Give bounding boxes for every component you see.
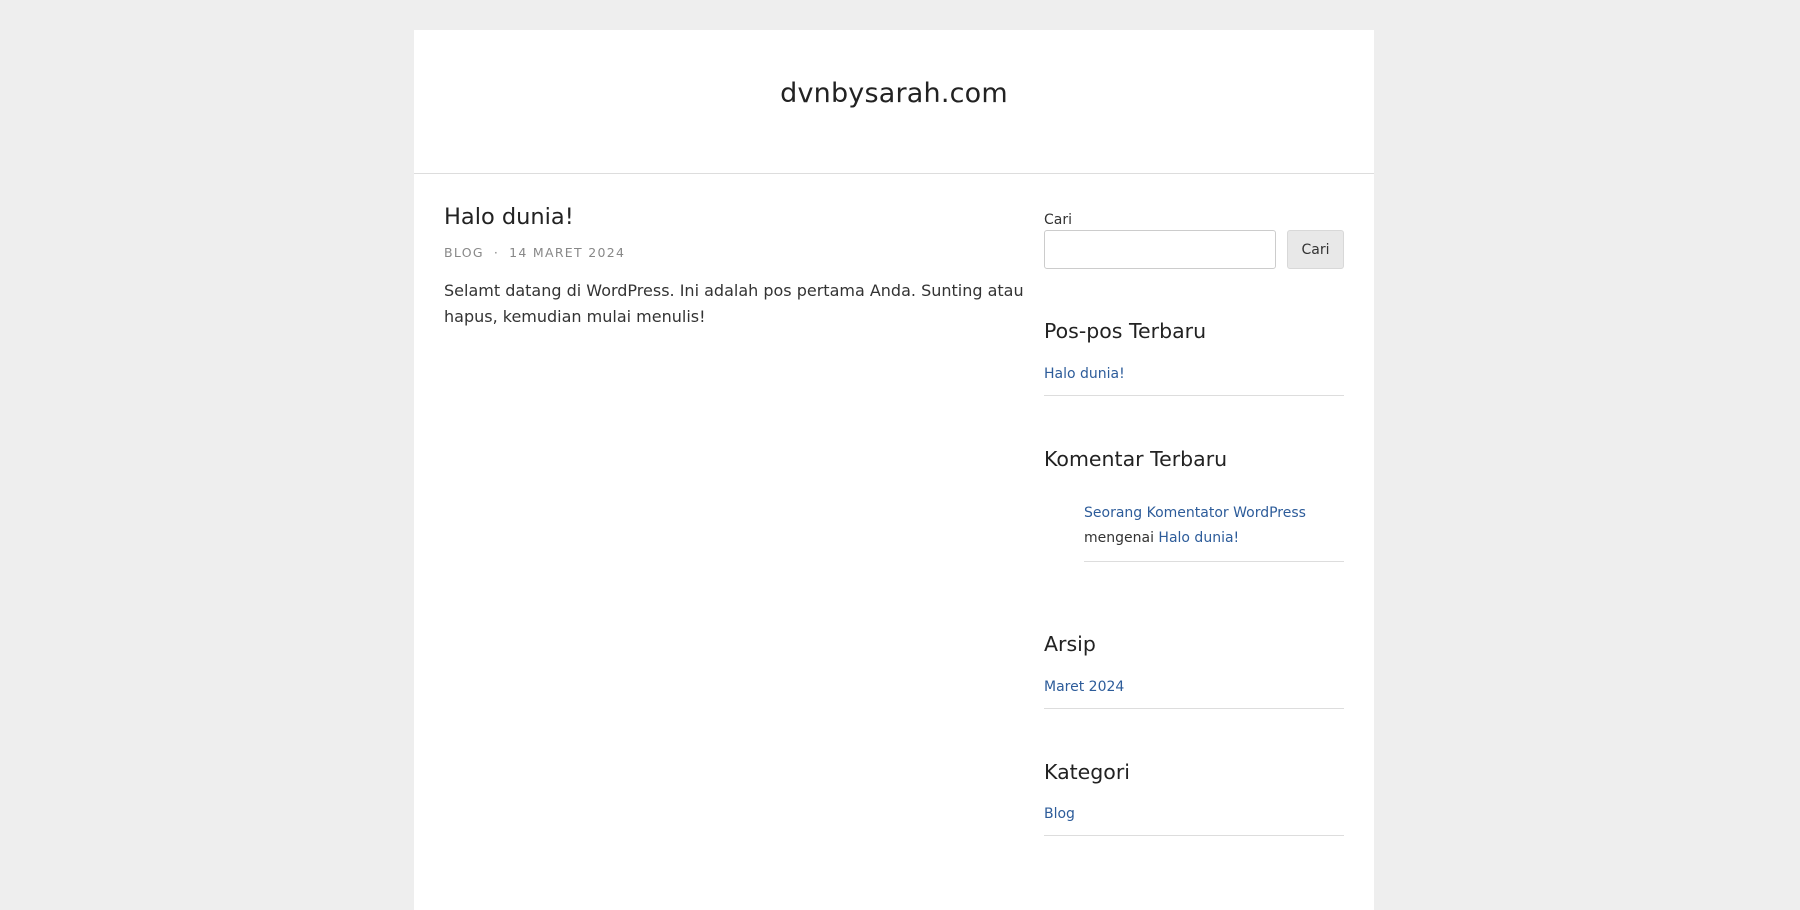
search-widget: Cari Cari [1044, 212, 1344, 269]
archive-link[interactable]: Maret 2024 [1044, 679, 1124, 695]
meta-separator: · [493, 245, 500, 260]
recent-posts-title: Pos-pos Terbaru [1044, 319, 1207, 343]
archives-list: Maret 2024 [1044, 675, 1344, 709]
post-date[interactable]: 14 MARET 2024 [509, 245, 625, 260]
list-item: Blog [1044, 802, 1344, 837]
categories-title: Kategori [1044, 759, 1130, 784]
site-header: dvnbysarah.com [414, 30, 1374, 174]
comment-post-link[interactable]: Halo dunia! [1158, 530, 1239, 546]
search-button[interactable]: Cari [1287, 230, 1344, 269]
post-meta: BLOG · 14 MARET 2024 [444, 245, 1024, 260]
recent-post-link[interactable]: Halo dunia! [1044, 366, 1125, 382]
site-title-link[interactable]: dvnbysarah.com [780, 78, 1008, 109]
recent-comments-list: Seorang Komentator WordPress mengenai Ha… [1084, 501, 1344, 563]
recent-comments-title: Komentar Terbaru [1044, 446, 1228, 471]
post-article: Halo dunia! BLOG · 14 MARET 2024 Selamt da… [444, 204, 1024, 330]
archives-title: Arsip [1044, 632, 1096, 657]
category-link[interactable]: Blog [1044, 806, 1075, 822]
categories-widget: Kategori Blog [1044, 760, 1344, 837]
list-item: Maret 2024 [1044, 675, 1344, 709]
categories-list: Blog [1044, 802, 1344, 837]
recent-posts-list: Halo dunia! [1044, 362, 1344, 396]
recent-comments-widget: Komentar Terbaru Seorang Komentator Word… [1044, 447, 1344, 563]
list-item: Seorang Komentator WordPress mengenai Ha… [1084, 501, 1344, 563]
archives-widget: Arsip Maret 2024 [1044, 632, 1344, 709]
post-title[interactable]: Halo dunia! [444, 204, 1024, 231]
comment-connector: mengenai [1084, 530, 1154, 547]
post-body: Selamt datang di WordPress. Ini adalah p… [444, 281, 1024, 326]
post-category-link[interactable]: BLOG [444, 245, 484, 260]
sidebar: Cari Cari Pos-pos Terbaru Halo dunia! Ko… [1044, 212, 1344, 837]
comment-author-link[interactable]: Seorang Komentator WordPress [1084, 505, 1306, 521]
list-item: Halo dunia! [1044, 362, 1344, 396]
search-row: Cari [1044, 230, 1344, 269]
search-input[interactable] [1044, 230, 1276, 269]
recent-posts-widget: Pos-pos Terbaru Halo dunia! [1044, 319, 1344, 396]
search-label: Cari [1044, 212, 1072, 228]
page-container: dvnbysarah.com Halo dunia! BLOG · 14 MARET… [414, 30, 1374, 910]
